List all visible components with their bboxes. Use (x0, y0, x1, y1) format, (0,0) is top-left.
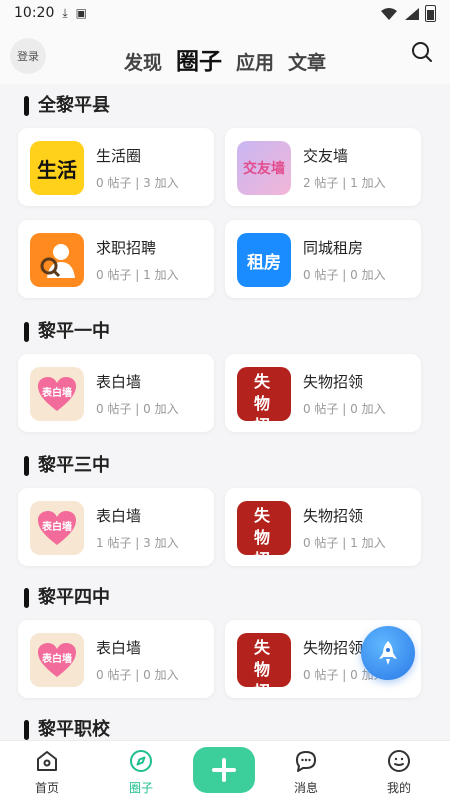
battery-icon (425, 5, 436, 22)
circle-name: 失物招领 (303, 639, 364, 657)
circle-name: 交友墙 (303, 147, 349, 165)
lost-found-icon: 失物招领 (237, 367, 291, 421)
section-title: 黎平一中 (24, 320, 110, 344)
circle-name: 表白墙 (96, 639, 142, 657)
profile-icon (388, 750, 410, 772)
tab-apps[interactable]: 应用 (236, 48, 274, 75)
nav-label: 消息 (293, 781, 318, 795)
rocket-icon (379, 641, 397, 665)
top-tabs: 发现 圈子 应用 文章 (0, 42, 450, 76)
confession-heart-icon: 表白墙 (30, 633, 84, 687)
circle-card[interactable]: 表白墙 表白墙 0 帖子 | 0 加入 (18, 354, 214, 432)
section-title: 黎平三中 (24, 454, 110, 478)
circle-name: 失物招领 (303, 507, 364, 525)
circle-card[interactable]: 生活 生活圈 0 帖子 | 3 加入 (18, 128, 214, 206)
lost-found-icon: 失物招领 (237, 633, 291, 687)
notification-icon: ▣ (75, 6, 88, 20)
bottom-nav: 首页 圈子 消息 我的 (0, 740, 450, 801)
tab-articles[interactable]: 文章 (288, 48, 326, 75)
circle-name: 表白墙 (96, 373, 142, 391)
rent-icon: 租房 (237, 233, 291, 287)
circle-card[interactable]: 表白墙 表白墙 1 帖子 | 3 加入 (18, 488, 214, 566)
circle-stats: 0 帖子 | 0 加入 (303, 268, 386, 282)
plus-icon (212, 758, 236, 782)
lost-found-icon: 失物招领 (237, 501, 291, 555)
circle-stats: 2 帖子 | 1 加入 (303, 176, 386, 190)
top-header: 登录 发现 圈子 应用 文章 (0, 26, 450, 84)
section-title: 全黎平县 (24, 94, 110, 118)
friend-wall-icon: 交友墙 (237, 141, 291, 195)
circle-card[interactable]: 租房 同城租房 0 帖子 | 0 加入 (225, 220, 421, 298)
nav-label: 首页 (34, 781, 59, 795)
signal-icon (405, 7, 419, 20)
confession-heart-icon: 表白墙 (30, 367, 84, 421)
circle-name: 表白墙 (96, 507, 142, 525)
download-icon: ⤓ (62, 5, 68, 20)
circle-name: 失物招领 (303, 373, 364, 391)
circle-stats: 0 帖子 | 1 加入 (96, 268, 179, 282)
circle-stats: 0 帖子 | 0 加入 (303, 402, 386, 416)
circle-stats: 0 帖子 | 1 加入 (303, 536, 386, 550)
tab-discover[interactable]: 发现 (124, 48, 162, 75)
home-icon (37, 751, 57, 771)
confession-heart-icon: 表白墙 (30, 501, 84, 555)
nav-label: 圈子 (128, 781, 153, 795)
circle-card[interactable]: 求职招聘 0 帖子 | 1 加入 (18, 220, 214, 298)
nav-home[interactable]: 首页 (12, 741, 82, 801)
status-bar: 10:20 ⤓ ▣ (0, 0, 450, 26)
message-icon (296, 751, 316, 772)
circle-name: 生活圈 (96, 147, 142, 165)
scroll-top-button[interactable] (361, 626, 415, 680)
section-title: 黎平四中 (24, 586, 110, 610)
status-icons (381, 5, 436, 22)
circle-stats: 1 帖子 | 3 加入 (96, 536, 179, 550)
circle-name: 求职招聘 (96, 239, 157, 257)
circle-name: 同城租房 (303, 239, 364, 257)
publish-button[interactable] (193, 747, 255, 793)
search-icon[interactable] (410, 40, 434, 64)
nav-messages[interactable]: 消息 (271, 741, 341, 801)
circle-stats: 0 帖子 | 3 加入 (96, 176, 179, 190)
nav-profile[interactable]: 我的 (364, 741, 434, 801)
section-title: 黎平职校 (24, 718, 110, 740)
job-search-icon (30, 233, 84, 287)
circle-card[interactable]: 交友墙 交友墙 2 帖子 | 1 加入 (225, 128, 421, 206)
tab-circles[interactable]: 圈子 (176, 42, 222, 76)
compass-icon (130, 750, 152, 772)
wifi-icon (381, 7, 397, 20)
status-time: 10:20 (14, 5, 55, 21)
circle-stats: 0 帖子 | 0 加入 (96, 668, 179, 682)
circle-card[interactable]: 失物招领 失物招领 0 帖子 | 1 加入 (225, 488, 421, 566)
circle-stats: 0 帖子 | 0 加入 (96, 402, 179, 416)
circle-card[interactable]: 表白墙 表白墙 0 帖子 | 0 加入 (18, 620, 214, 698)
circle-card[interactable]: 失物招领 失物招领 0 帖子 | 0 加入 (225, 354, 421, 432)
nav-label: 我的 (386, 781, 411, 795)
life-circle-icon: 生活 (30, 141, 84, 195)
nav-circles[interactable]: 圈子 (106, 741, 176, 801)
